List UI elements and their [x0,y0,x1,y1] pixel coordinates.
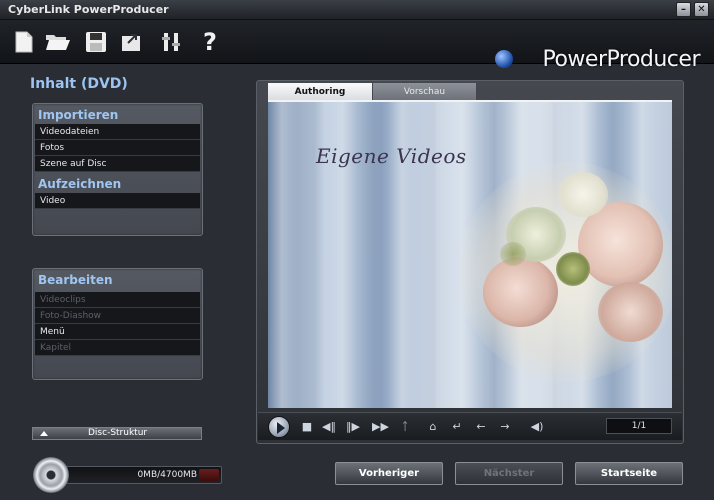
import-heading: Importieren [38,108,119,122]
import-scene-item[interactable]: Szene auf Disc [35,156,200,172]
next-button: Nächster [455,462,563,485]
arrow-right-icon[interactable]: → [498,420,512,434]
disc-structure-label: Disc-Struktur [88,428,148,438]
volume-icon[interactable]: ◀) [530,420,544,434]
expand-arrow-icon [40,431,48,436]
play-button[interactable] [268,416,290,438]
disc-icon [33,457,69,493]
edit-heading: Bearbeiten [38,273,113,287]
close-button[interactable]: ✕ [694,2,709,17]
arrow-left-icon[interactable]: ← [474,420,488,434]
edit-videoclips-item: Videoclips [35,292,200,308]
disc-capacity-bar: 0MB/4700MB [66,466,222,484]
record-heading: Aufzeichnen [38,177,122,191]
import-photos-item[interactable]: Fotos [35,140,200,156]
help-icon[interactable]: ? [196,28,224,56]
capacity-text: 0MB/4700MB [137,470,197,480]
save-icon[interactable] [82,28,110,56]
walk-icon[interactable]: ᛏ [398,420,412,434]
edit-slideshow-item: Foto-Diashow [35,308,200,324]
window-title: CyberLink PowerProducer [8,3,169,16]
menu-title-text[interactable]: Eigene Videos [316,144,467,168]
home-icon[interactable]: ⌂ [426,420,440,434]
disc-structure-toggle[interactable]: Disc-Struktur [32,427,202,440]
tab-preview[interactable]: Vorschau [373,83,476,101]
app-logo: PowerProducer [542,47,700,72]
previous-frame-icon[interactable]: ◀‖ [322,420,336,434]
home-page-button[interactable]: Startseite [575,462,683,485]
edit-chapters-item: Kapitel [35,340,200,356]
content-title: Inhalt (DVD) [30,76,128,92]
cyberlink-logo-icon [495,50,513,68]
edit-panel: Bearbeiten Videoclips Foto-Diashow Menü … [32,268,203,380]
export-icon[interactable] [118,28,146,56]
page-counter: 1/1 [606,418,672,434]
new-file-icon[interactable] [10,28,38,56]
fast-forward-icon[interactable]: ▶▶ [372,420,389,434]
import-panel: Importieren Videodateien Fotos Szene auf… [32,103,203,236]
return-icon[interactable]: ↵ [450,420,464,434]
toolbar: ? PowerProducer [0,20,714,72]
record-video-item[interactable]: Video [35,193,200,209]
import-videos-item[interactable]: Videodateien [35,124,200,140]
previous-button[interactable]: Vorheriger [335,462,443,485]
next-frame-icon[interactable]: ‖▶ [346,420,360,434]
edit-menu-item[interactable]: Menü [35,324,200,340]
open-folder-icon[interactable] [44,28,72,56]
title-bar: CyberLink PowerProducer – ✕ [0,0,714,20]
capacity-indicator [199,469,219,481]
tab-authoring[interactable]: Authoring [268,83,372,101]
minimize-button[interactable]: – [676,2,691,17]
stop-icon[interactable]: ■ [300,420,314,434]
player-controls: ■ ◀‖ ‖▶ ▶▶ ᛏ ⌂ ↵ ← → ◀) 1/1 [258,412,682,440]
menu-preview[interactable]: Eigene Videos [268,102,672,408]
settings-icon[interactable] [158,28,186,56]
